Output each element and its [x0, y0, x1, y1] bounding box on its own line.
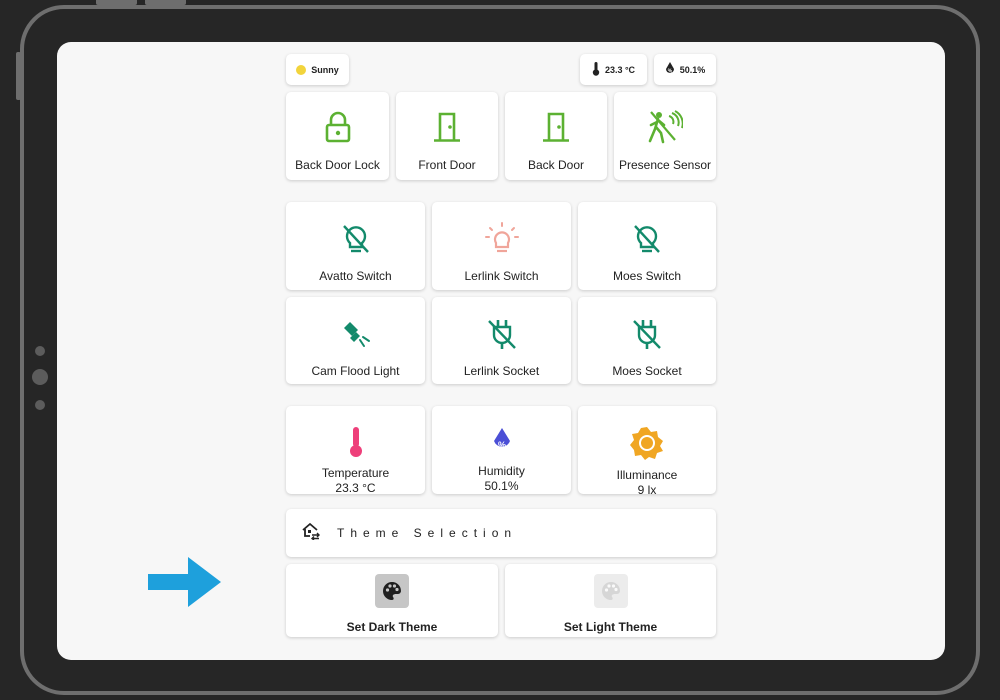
tile-presence-sensor[interactable]: Presence Sensor — [614, 92, 716, 180]
lightbulb-off-icon — [632, 222, 662, 256]
tile-label: Lerlink Switch — [464, 269, 539, 283]
temperature-label: 23.3 °C — [604, 64, 636, 75]
tile-label: Moes Switch — [612, 269, 682, 283]
side-button — [16, 52, 21, 100]
camera-dot-bottom — [35, 400, 45, 410]
tile-cam-flood-light[interactable]: Cam Flood Light — [286, 297, 425, 384]
camera-dot-top — [35, 346, 45, 356]
tile-label: Back Door — [527, 158, 585, 172]
motion-sensor-icon — [647, 110, 683, 144]
tile-back-door[interactable]: Back Door — [505, 92, 607, 180]
tile-avatto-switch[interactable]: Avatto Switch — [286, 202, 425, 290]
svg-text:%: % — [497, 440, 505, 450]
sensor-value: 23.3 °C — [335, 481, 376, 495]
water-percent-icon: % — [491, 426, 513, 456]
theme-selection-header: Theme Selection — [286, 509, 716, 557]
sensor-name: Humidity — [478, 464, 525, 478]
sensor-label: Illuminance 9 lx — [617, 468, 678, 498]
tile-label: Lerlink Socket — [463, 364, 540, 378]
palette-icon — [375, 574, 409, 608]
camera-dot-main — [32, 369, 48, 385]
palette-icon — [593, 574, 628, 608]
tile-label: Back Door Lock — [295, 158, 380, 172]
lock-icon — [325, 110, 351, 144]
thermometer-icon — [592, 61, 600, 78]
lightbulb-off-icon — [341, 222, 371, 256]
tile-temperature[interactable]: Temperature 23.3 °C — [286, 406, 425, 496]
set-light-theme-button[interactable]: Set Light Theme — [505, 564, 716, 637]
button-label: Set Dark Theme — [346, 620, 438, 634]
tile-front-door[interactable]: Front Door — [396, 92, 498, 180]
weather-label: Sunny — [311, 64, 339, 75]
set-dark-theme-button[interactable]: Set Dark Theme — [286, 564, 498, 637]
sensor-value: 9 lx — [637, 483, 657, 497]
flashlight-icon — [340, 317, 372, 351]
sensor-label: Temperature 23.3 °C — [322, 466, 389, 496]
tile-back-door-lock[interactable]: Back Door Lock — [286, 92, 389, 180]
tile-moes-switch[interactable]: Moes Switch — [578, 202, 716, 290]
tile-lerlink-socket[interactable]: Lerlink Socket — [432, 297, 571, 384]
tile-label: Presence Sensor — [618, 158, 712, 172]
pointer-arrow-icon — [148, 557, 222, 612]
water-percent-icon: % — [665, 62, 675, 77]
sun-dot-icon — [296, 64, 307, 75]
svg-text:%: % — [668, 69, 673, 75]
tile-lerlink-switch[interactable]: Lerlink Switch — [432, 202, 571, 290]
power-plug-off-icon — [632, 317, 662, 351]
humidity-chip[interactable]: % 50.1% — [654, 54, 716, 85]
temperature-chip[interactable]: 23.3 °C — [580, 54, 647, 85]
lightbulb-on-icon — [484, 222, 520, 256]
tile-label: Front Door — [418, 158, 476, 172]
weather-chip[interactable]: Sunny — [286, 54, 349, 85]
theme-title: Theme Selection — [337, 526, 518, 540]
door-icon — [541, 110, 571, 144]
tile-label: Avatto Switch — [319, 269, 392, 283]
sensor-name: Temperature — [321, 466, 390, 480]
button-label: Set Light Theme — [563, 620, 658, 634]
power-plug-off-icon — [487, 317, 517, 351]
home-swap-icon — [302, 522, 320, 545]
tile-illuminance[interactable]: Illuminance 9 lx — [578, 406, 716, 497]
sensor-value: 50.1% — [484, 479, 519, 493]
sensor-name: Illuminance — [616, 468, 678, 482]
sensor-label: Humidity 50.1% — [478, 464, 525, 494]
brightness-icon — [630, 426, 664, 460]
humidity-label: 50.1% — [679, 64, 706, 75]
tile-humidity[interactable]: % Humidity 50.1% — [432, 406, 571, 494]
door-icon — [432, 110, 462, 144]
tile-label: Moes Socket — [612, 364, 682, 378]
tile-label: Cam Flood Light — [311, 364, 400, 378]
tile-moes-socket[interactable]: Moes Socket — [578, 297, 716, 384]
thermometer-icon — [348, 426, 364, 458]
